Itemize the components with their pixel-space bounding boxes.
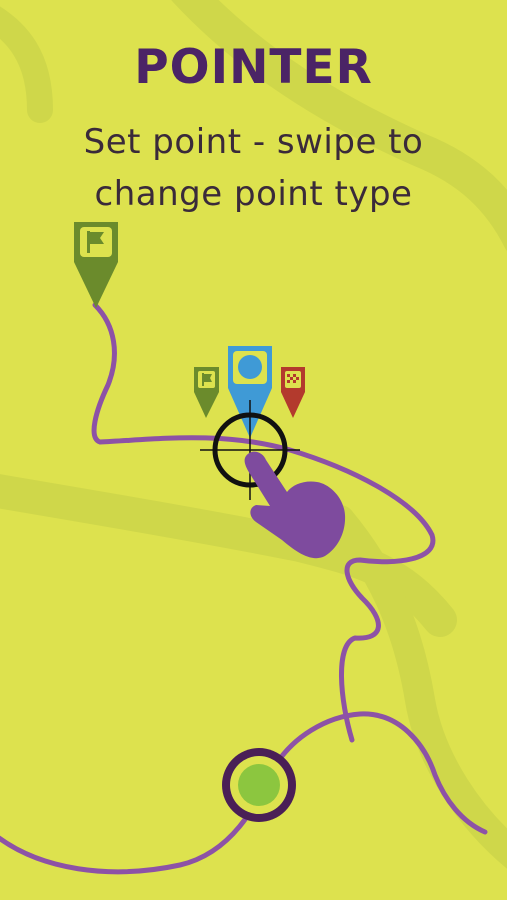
instruction-line-2: change point type xyxy=(94,174,413,214)
start-flag-pin[interactable] xyxy=(74,222,118,308)
crosshair-icon xyxy=(200,400,300,500)
point-type-flag-pin[interactable] xyxy=(194,367,219,418)
instruction-text: Set point - swipe to change point type xyxy=(30,116,477,220)
circle-marker-icon xyxy=(238,355,262,379)
page-title: POINTER xyxy=(134,40,373,95)
point-type-finish-pin[interactable] xyxy=(281,367,305,418)
road-right xyxy=(325,505,507,869)
location-dot-icon xyxy=(222,748,296,822)
instruction-line-1: Set point - swipe to xyxy=(83,122,424,162)
tutorial-screen: POINTER Set point - swipe to change poin… xyxy=(0,0,507,900)
